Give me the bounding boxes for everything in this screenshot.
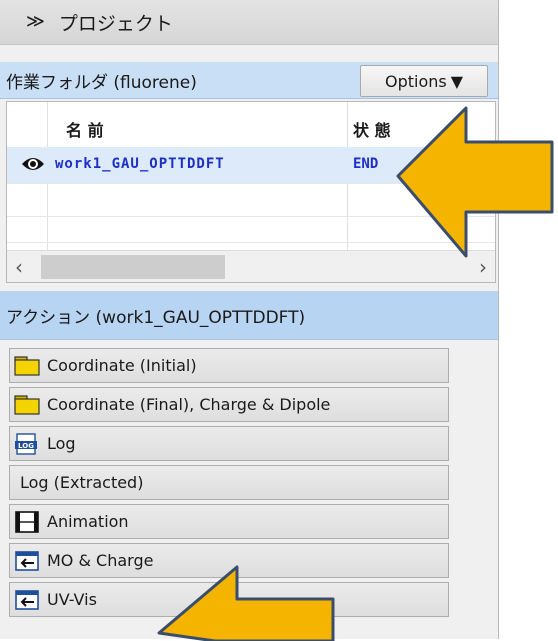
action-label: アクション (work1_GAU_OPTTDDFT) [6,307,306,328]
animation-button[interactable]: Animation [9,504,449,539]
folder-icon [14,355,40,376]
panel-title: プロジェクト [58,12,173,35]
options-label: Options [384,71,447,91]
row-status: END [353,156,379,172]
work-folder-label: 作業フォルダ (fluorene) [6,72,197,93]
scroll-thumb[interactable] [41,255,225,279]
action-label-text: UV-Vis [47,590,97,609]
action-label-text: Coordinate (Initial) [47,356,197,375]
chevron-left-icon[interactable]: ‹ [15,255,23,279]
column-header-name[interactable]: 名 前 [66,117,104,141]
log-button[interactable]: LOG Log [9,426,449,461]
annotation-arrow-up-left [157,565,335,641]
work-folder-bar: 作業フォルダ (fluorene) Options ▼ [0,62,498,99]
log-extracted-button[interactable]: Log (Extracted) [9,465,449,500]
film-icon [15,510,39,533]
column-header-status[interactable]: 状 態 [353,117,391,141]
double-chevron-down-icon[interactable]: ≫ [26,13,45,31]
svg-text:LOG: LOG [18,442,34,450]
action-label-text: Animation [47,512,129,531]
window-arrow-icon [15,589,39,610]
log-file-icon: LOG [15,432,37,455]
window-arrow-icon [15,550,39,571]
folder-icon [14,394,40,415]
coordinate-final-button[interactable]: Coordinate (Final), Charge & Dipole [9,387,449,422]
triangle-down-icon: ▼ [450,71,464,91]
action-label-text: Coordinate (Final), Charge & Dipole [47,395,331,414]
coordinate-initial-button[interactable]: Coordinate (Initial) [9,348,449,383]
panel-header[interactable]: ≫ プロジェクト [0,0,498,45]
project-panel: ≫ プロジェクト 作業フォルダ (fluorene) Options ▼ 名 前… [0,0,499,639]
action-label-text: Log (Extracted) [20,473,144,492]
annotation-arrow-left [396,106,554,258]
action-label-text: MO & Charge [47,551,154,570]
eye-icon[interactable] [21,154,45,178]
options-button[interactable]: Options ▼ [360,65,488,97]
action-label-text: Log [47,434,76,453]
row-name: work1_GAU_OPTTDDFT [55,156,225,172]
action-bar: アクション (work1_GAU_OPTTDDFT) [0,291,498,340]
